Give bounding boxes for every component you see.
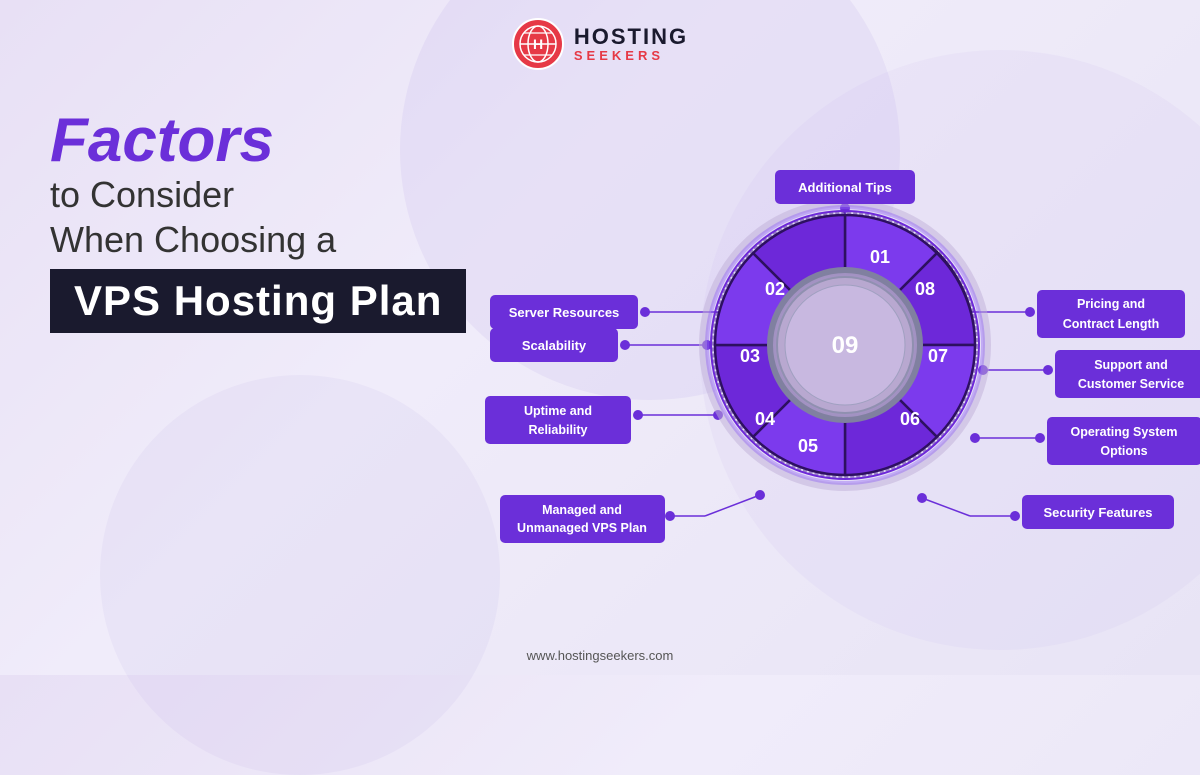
title-factors: Factors <box>50 110 470 172</box>
svg-text:08: 08 <box>915 279 935 299</box>
svg-text:Support and: Support and <box>1094 358 1168 372</box>
svg-text:07: 07 <box>928 346 948 366</box>
left-section: Factors to Consider When Choosing a VPS … <box>50 90 470 333</box>
header: H HOSTING SEEKERS <box>0 0 1200 80</box>
logo: H HOSTING SEEKERS <box>512 18 688 70</box>
svg-text:02: 02 <box>765 279 785 299</box>
svg-text:Reliability: Reliability <box>528 423 587 437</box>
svg-text:Operating System: Operating System <box>1071 425 1178 439</box>
main-content: Factors to Consider When Choosing a VPS … <box>0 80 1200 600</box>
right-section: 01 08 07 06 05 04 03 02 09 Additional Ti… <box>470 80 1160 600</box>
svg-text:Additional Tips: Additional Tips <box>798 180 892 195</box>
diagram-svg: 01 08 07 06 05 04 03 02 09 Additional Ti… <box>470 80 1200 610</box>
logo-text: HOSTING SEEKERS <box>574 25 688 63</box>
svg-text:Managed and: Managed and <box>542 503 622 517</box>
svg-text:06: 06 <box>900 409 920 429</box>
svg-text:Pricing and: Pricing and <box>1077 297 1145 311</box>
title-subtitle: to Consider When Choosing a <box>50 172 470 261</box>
title-vps-box: VPS Hosting Plan <box>50 269 466 333</box>
logo-seekers-text: SEEKERS <box>574 49 688 63</box>
svg-text:03: 03 <box>740 346 760 366</box>
svg-text:09: 09 <box>832 332 859 359</box>
svg-text:Customer Service: Customer Service <box>1078 377 1184 391</box>
logo-icon: H <box>512 18 564 70</box>
svg-text:01: 01 <box>870 247 890 267</box>
footer-url: www.hostingseekers.com <box>527 648 674 663</box>
svg-text:H: H <box>533 36 543 52</box>
svg-text:Scalability: Scalability <box>522 338 587 353</box>
svg-text:Contract Length: Contract Length <box>1063 317 1160 331</box>
svg-text:Uptime and: Uptime and <box>524 404 592 418</box>
svg-text:Security Features: Security Features <box>1043 505 1152 520</box>
svg-text:Options: Options <box>1100 444 1147 458</box>
svg-text:05: 05 <box>798 436 818 456</box>
footer: www.hostingseekers.com <box>527 648 674 663</box>
svg-text:Server Resources: Server Resources <box>509 305 620 320</box>
svg-text:04: 04 <box>755 409 775 429</box>
logo-hosting-text: HOSTING <box>574 25 688 49</box>
svg-text:Unmanaged VPS Plan: Unmanaged VPS Plan <box>517 521 647 535</box>
